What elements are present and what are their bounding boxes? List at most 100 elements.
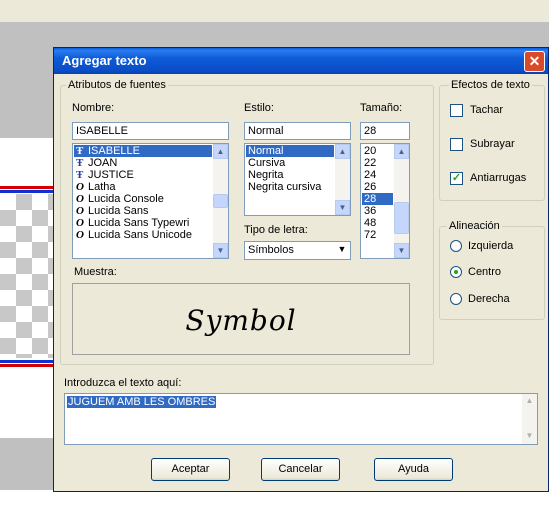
scroll-thumb[interactable] [394, 202, 409, 234]
scroll-down-icon[interactable]: ▼ [213, 243, 228, 258]
scroll-down-icon[interactable]: ▼ [522, 429, 537, 444]
list-item-label: 72 [364, 229, 377, 241]
transparent-canvas [0, 194, 60, 358]
list-item[interactable]: 24 [362, 169, 393, 181]
list-item-label: Lucida Sans [88, 205, 149, 217]
style-list[interactable]: Normal Cursiva Negrita Negrita cursiva ▲ ▼ [244, 143, 351, 216]
list-item[interactable]: Ŧ JOAN [74, 157, 212, 169]
list-item-label: Normal [248, 145, 284, 157]
radio-dot-icon [454, 270, 458, 274]
list-item[interactable]: 36 [362, 205, 393, 217]
dialog-title-bar[interactable]: Agregar texto ✕ [54, 48, 548, 74]
sample-preview: Symbol [72, 283, 410, 355]
list-item-label: 28 [364, 193, 377, 205]
chevron-down-icon[interactable]: ▼ [334, 243, 350, 258]
list-item[interactable]: 22 [362, 157, 393, 169]
size-list-scrollbar[interactable]: ▲ ▼ [394, 144, 409, 258]
antialias-checkbox[interactable]: ✓ [450, 172, 463, 185]
list-item[interactable]: 20 [362, 145, 393, 157]
size-list[interactable]: 20 22 24 26 28 36 48 72 ▲ ▼ [360, 143, 410, 259]
canvas-stripe-blue [0, 190, 60, 193]
app-toolbar-area [0, 0, 549, 22]
opentype-icon: O [76, 205, 84, 217]
scroll-up-icon[interactable]: ▲ [394, 144, 409, 159]
list-item[interactable]: O Lucida Sans Unicode [74, 229, 212, 241]
scroll-up-icon[interactable]: ▲ [213, 144, 228, 159]
scroll-thumb[interactable] [213, 194, 228, 208]
truetype-icon: Ŧ [76, 169, 84, 181]
list-item-label: 48 [364, 217, 377, 229]
list-item-label: Lucida Sans Typewri [88, 217, 190, 229]
list-item-label: Lucida Console [88, 193, 164, 205]
font-type-dropdown[interactable]: Símbolos ▼ [244, 241, 351, 260]
list-item-label: Cursiva [248, 157, 286, 169]
align-center-radio[interactable] [450, 266, 462, 278]
style-field[interactable]: Normal [244, 122, 351, 140]
list-item-label: 22 [364, 157, 377, 169]
scroll-down-icon[interactable]: ▼ [335, 200, 350, 215]
font-name-field[interactable]: ISABELLE [72, 122, 229, 140]
text-entry-label: Introduzca el texto aquí: [64, 377, 182, 389]
align-right-label: Derecha [468, 293, 510, 305]
list-item[interactable]: O Lucida Console [74, 193, 212, 205]
truetype-icon: Ŧ [76, 145, 84, 157]
strikeout-label: Tachar [470, 104, 504, 116]
close-icon: ✕ [528, 53, 541, 69]
style-label: Estilo: [244, 102, 274, 114]
sample-label: Muestra: [74, 266, 117, 278]
list-item[interactable]: Negrita [246, 169, 334, 181]
scroll-up-icon[interactable]: ▲ [522, 394, 537, 409]
font-attributes-label: Atributos de fuentes [66, 79, 168, 91]
alignment-label: Alineación [447, 220, 502, 232]
align-left-label: Izquierda [468, 240, 514, 252]
sample-text: Symbol [185, 304, 297, 337]
align-left-radio[interactable] [450, 240, 462, 252]
list-item[interactable]: Negrita cursiva [246, 181, 334, 193]
text-area-scrollbar[interactable]: ▲ ▼ [522, 394, 537, 444]
size-field[interactable]: 28 [360, 122, 410, 140]
align-center-label: Centro [468, 266, 502, 278]
font-name-label: Nombre: [72, 102, 115, 114]
scroll-down-icon[interactable]: ▼ [394, 243, 409, 258]
list-item-label: ISABELLE [88, 145, 140, 157]
style-list-scrollbar[interactable]: ▲ ▼ [335, 144, 350, 215]
list-item-label: Negrita [248, 169, 284, 181]
close-button[interactable]: ✕ [524, 51, 545, 72]
underline-checkbox[interactable] [450, 138, 463, 151]
canvas-stripe-red-bottom [0, 364, 60, 367]
antialias-label: Antiarrugas [470, 172, 527, 184]
underline-label: Subrayar [470, 138, 515, 150]
list-item[interactable]: O Latha [74, 181, 212, 193]
text-effects-label: Efectos de texto [449, 79, 532, 91]
opentype-icon: O [76, 193, 84, 205]
truetype-icon: Ŧ [76, 157, 84, 169]
list-item[interactable]: Ŧ ISABELLE [74, 145, 212, 157]
opentype-icon: O [76, 217, 84, 229]
canvas-stripe-blue-bottom [0, 360, 60, 363]
cancel-button[interactable]: Cancelar [261, 458, 340, 481]
list-item-label: 26 [364, 181, 377, 193]
list-item[interactable]: 72 [362, 229, 393, 241]
list-item-label: 20 [364, 145, 377, 157]
text-entry-area[interactable]: JUGUEM AMB LES OMBRES ▲ ▼ [64, 393, 538, 445]
align-right-radio[interactable] [450, 293, 462, 305]
list-item[interactable]: O Lucida Sans [74, 205, 212, 217]
font-type-value: Símbolos [248, 244, 294, 256]
list-item[interactable]: 28 [362, 193, 393, 205]
list-item[interactable]: O Lucida Sans Typewri [74, 217, 212, 229]
list-item[interactable]: Cursiva [246, 157, 334, 169]
font-type-label: Tipo de letra: [244, 224, 308, 236]
list-item[interactable]: 48 [362, 217, 393, 229]
strikeout-checkbox[interactable] [450, 104, 463, 117]
accept-button[interactable]: Aceptar [151, 458, 230, 481]
scroll-up-icon[interactable]: ▲ [335, 144, 350, 159]
list-item[interactable]: Normal [246, 145, 334, 157]
list-item-label: Negrita cursiva [248, 181, 322, 193]
font-list-scrollbar[interactable]: ▲ ▼ [213, 144, 228, 258]
app-bottom-area [0, 490, 549, 505]
list-item[interactable]: 26 [362, 181, 393, 193]
list-item[interactable]: Ŧ JUSTICE [74, 169, 212, 181]
font-name-list[interactable]: Ŧ ISABELLE Ŧ JOAN Ŧ JUSTICE O Latha O Lucida Cons… [72, 143, 229, 259]
help-button[interactable]: Ayuda [374, 458, 453, 481]
size-label: Tamaño: [360, 102, 403, 114]
